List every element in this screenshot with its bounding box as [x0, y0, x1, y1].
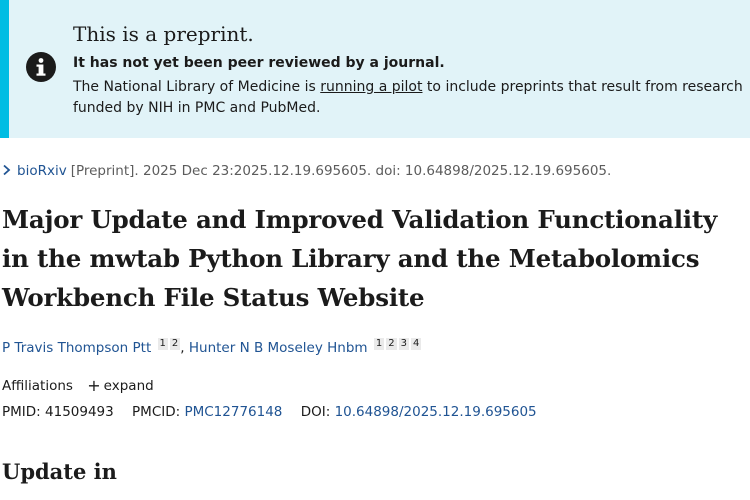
affiliation-ref[interactable]: 1 [373, 338, 385, 350]
banner-heading: This is a preprint. [73, 22, 254, 46]
article-page: This is a preprint. It has not yet been … [0, 0, 750, 500]
info-icon [26, 52, 56, 82]
expand-label: expand [103, 378, 154, 394]
expand-affiliations-button[interactable]: + expand [87, 376, 154, 395]
chevron-right-icon[interactable] [2, 164, 11, 180]
author-link[interactable]: P Travis Thompson Ptt [2, 340, 151, 356]
author-list: P Travis Thompson Ptt 12, Hunter N B Mos… [2, 338, 422, 356]
affiliation-ref[interactable]: 2 [386, 338, 397, 350]
affiliations-row: Affiliations + expand [2, 376, 154, 395]
journal-link[interactable]: bioRxiv [17, 163, 67, 179]
doi-link[interactable]: 10.64898/2025.12.19.695605 [335, 404, 537, 420]
running-a-pilot-link[interactable]: running a pilot [320, 79, 422, 95]
citation-line: bioRxiv [Preprint]. 2025 Dec 23:2025.12.1… [2, 163, 611, 180]
plus-icon: + [87, 376, 101, 395]
banner-body: The National Library of Medicine is runn… [73, 77, 750, 119]
affiliation-ref[interactable]: 4 [410, 338, 422, 350]
author-separator: , [180, 340, 185, 356]
affiliation-ref[interactable]: 1 [157, 338, 168, 350]
pmid-label: PMID: [2, 404, 41, 420]
banner-peer-review-notice: It has not yet been peer reviewed by a j… [73, 55, 445, 71]
pmcid-link[interactable]: PMC12776148 [184, 404, 282, 420]
doi-label: DOI: [300, 404, 331, 420]
update-in-heading: Update in [2, 459, 117, 484]
affiliation-ref[interactable]: 2 [169, 338, 181, 350]
affiliations-label: Affiliations [2, 378, 73, 394]
citation-text: [Preprint]. 2025 Dec 23:2025.12.19.69560… [70, 163, 612, 179]
affiliation-ref[interactable]: 3 [398, 338, 409, 350]
identifiers-row: PMID: 41509493 PMCID: PMC12776148 DOI: 1… [2, 404, 537, 420]
pmcid-label: PMCID: [132, 404, 181, 420]
preprint-banner: This is a preprint. It has not yet been … [0, 0, 750, 138]
pmid-value: 41509493 [45, 404, 114, 420]
author-link[interactable]: Hunter N B Moseley Hnbm [189, 340, 368, 356]
banner-body-text: The National Library of Medicine is [73, 79, 321, 95]
article-title: Major Update and Improved Validation Fun… [2, 205, 718, 312]
